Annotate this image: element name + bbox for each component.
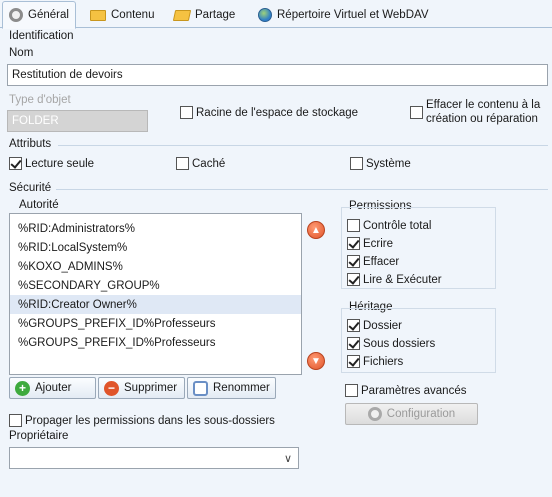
configuration-button-label: Configuration (386, 408, 456, 420)
rename-button-label: Renommer (213, 382, 270, 394)
authority-items: %RID:Administrators% %RID:LocalSystem% %… (10, 214, 301, 352)
permission-read-execute-label: Lire & Exécuter (363, 273, 442, 286)
clear-content-label-line2: création ou réparation (426, 113, 538, 125)
chevron-down-icon: ∨ (283, 453, 292, 465)
inheritance-subfolders-label: Sous dossiers (363, 337, 436, 350)
globe-icon (258, 8, 272, 22)
inheritance-folder-check[interactable] (347, 319, 360, 332)
inheritance-subfolders-check[interactable] (347, 337, 360, 350)
permission-write[interactable]: Ecrire (347, 237, 393, 250)
owner-label: Propriétaire (9, 430, 69, 442)
move-down-button[interactable]: ▼ (307, 352, 325, 370)
storage-root-label: Racine de l'espace de stockage (196, 106, 359, 119)
gear-icon (367, 407, 382, 421)
permission-write-label: Ecrire (363, 237, 394, 250)
system-checkbox[interactable]: Système (350, 157, 411, 170)
list-item[interactable]: %GROUPS_PREFIX_ID%Professeurs (10, 333, 301, 352)
inheritance-files-label: Fichiers (363, 355, 404, 368)
add-button-label: Ajouter (35, 382, 72, 394)
arrow-up-icon: ▲ (311, 224, 321, 236)
readonly-checkbox[interactable]: Lecture seule (9, 157, 94, 170)
readonly-check[interactable] (9, 157, 22, 170)
object-type-value: FOLDER (12, 115, 59, 127)
add-button[interactable]: + Ajouter (9, 377, 96, 399)
move-up-button[interactable]: ▲ (307, 221, 325, 239)
permission-delete-label: Effacer (363, 255, 400, 268)
permission-read-execute[interactable]: Lire & Exécuter (347, 273, 442, 286)
tab-sharing-label: Partage (195, 9, 236, 21)
security-divider (56, 189, 548, 190)
rename-icon (193, 380, 208, 396)
tab-content-label: Contenu (111, 9, 155, 21)
list-item[interactable]: %KOXO_ADMINS% (10, 257, 301, 276)
storage-root-checkbox[interactable]: Racine de l'espace de stockage (180, 106, 358, 119)
name-label: Nom (9, 47, 34, 59)
object-type-label: Type d'objet (9, 94, 71, 106)
attributes-section-label: Attributs (9, 138, 52, 150)
list-item[interactable]: %SECONDARY_GROUP% (10, 276, 301, 295)
clear-content-checkbox[interactable]: Effacer le contenu à la création ou répa… (410, 98, 540, 126)
readonly-label: Lecture seule (25, 157, 95, 170)
delete-button[interactable]: − Supprimer (98, 377, 185, 399)
name-value: Restitution de devoirs (12, 69, 123, 81)
permission-write-check[interactable] (347, 237, 360, 250)
plus-icon: + (15, 380, 30, 396)
advanced-settings-label: Paramètres avancés (361, 384, 467, 397)
system-check[interactable] (350, 157, 363, 170)
inheritance-folder-label: Dossier (363, 319, 402, 332)
advanced-settings-checkbox[interactable]: Paramètres avancés (345, 384, 466, 397)
tab-content[interactable]: Contenu (84, 2, 160, 28)
hidden-label: Caché (192, 157, 226, 170)
tab-sharing[interactable]: Partage (168, 2, 241, 28)
inheritance-folder[interactable]: Dossier (347, 319, 402, 332)
authority-label: Autorité (19, 199, 59, 211)
authority-list[interactable]: %RID:Administrators% %RID:LocalSystem% %… (9, 213, 302, 375)
minus-icon: − (104, 380, 119, 396)
inheritance-files[interactable]: Fichiers (347, 355, 403, 368)
permission-read-execute-check[interactable] (347, 273, 360, 286)
permission-full-control-check[interactable] (347, 219, 360, 232)
attributes-divider (58, 145, 548, 146)
gear-icon (9, 8, 23, 22)
hidden-check[interactable] (176, 157, 189, 170)
clear-content-label-line1: Effacer le contenu à la (426, 99, 541, 111)
delete-button-label: Supprimer (124, 382, 178, 394)
list-item[interactable]: %RID:LocalSystem% (10, 238, 301, 257)
name-field[interactable]: Restitution de devoirs (7, 64, 548, 86)
propagate-label: Propager les permissions dans les sous-d… (25, 414, 275, 427)
permission-delete[interactable]: Effacer (347, 255, 399, 268)
hidden-checkbox[interactable]: Caché (176, 157, 225, 170)
propagate-checkbox[interactable]: Propager les permissions dans les sous-d… (9, 414, 275, 427)
security-section-label: Sécurité (9, 182, 52, 194)
permission-full-control-label: Contrôle total (363, 219, 432, 232)
arrow-down-icon: ▼ (311, 355, 321, 367)
propagate-check[interactable] (9, 414, 22, 427)
permission-full-control[interactable]: Contrôle total (347, 219, 431, 232)
tab-virtual-directory-label: Répertoire Virtuel et WebDAV (277, 9, 429, 21)
share-folder-icon (172, 9, 192, 21)
permission-delete-check[interactable] (347, 255, 360, 268)
inheritance-files-check[interactable] (347, 355, 360, 368)
tab-virtual-directory[interactable]: Répertoire Virtuel et WebDAV (252, 2, 435, 28)
system-label: Système (366, 157, 411, 170)
list-item-selected[interactable]: %RID:Creator Owner% (10, 295, 301, 314)
inheritance-subfolders[interactable]: Sous dossiers (347, 337, 435, 350)
rename-button[interactable]: Renommer (187, 377, 276, 399)
tab-general-label: Général (28, 9, 69, 21)
tab-general[interactable]: Général (2, 1, 76, 29)
clear-content-check[interactable] (410, 105, 423, 119)
folder-icon (90, 9, 106, 21)
list-item[interactable]: %GROUPS_PREFIX_ID%Professeurs (10, 314, 301, 333)
advanced-settings-check[interactable] (345, 384, 358, 397)
configuration-button[interactable]: Configuration (345, 403, 478, 425)
storage-root-check[interactable] (180, 106, 193, 119)
owner-dropdown[interactable]: ∨ (9, 447, 299, 469)
object-type-field: FOLDER (7, 110, 148, 132)
list-item[interactable]: %RID:Administrators% (10, 219, 301, 238)
identification-section-label: Identification (9, 30, 74, 42)
